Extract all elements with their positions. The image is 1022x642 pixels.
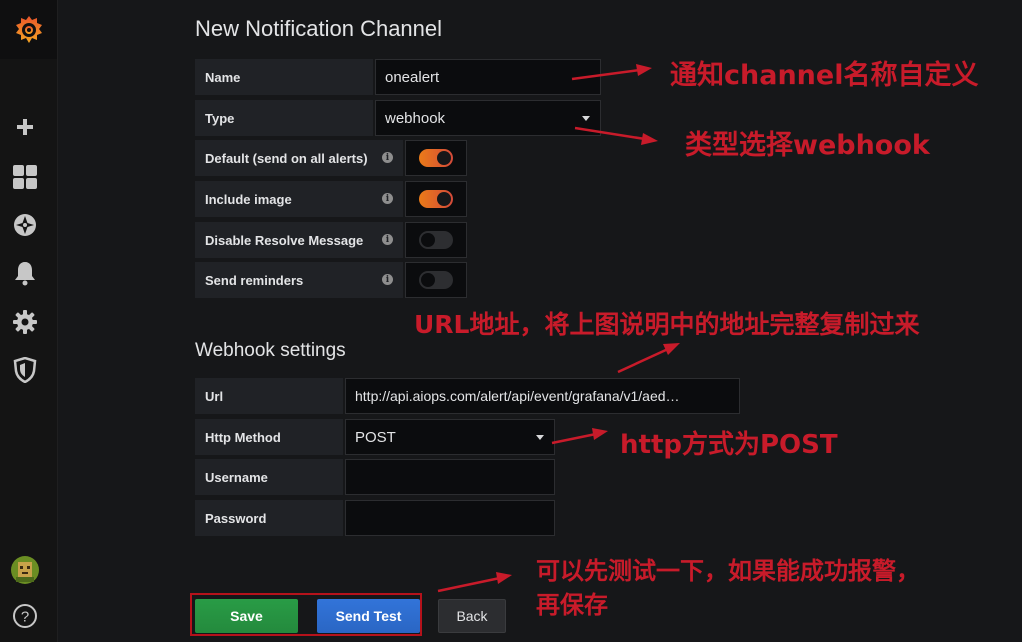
annotation-test-note-line2: 再保存 — [536, 591, 608, 619]
annotation-type-note: 类型选择webhook — [685, 130, 930, 161]
annotation-method-note: http方式为POST — [620, 430, 838, 460]
annotation-test-note-line1: 可以先测试一下，如果能成功报警， — [536, 557, 920, 585]
annotation-url-note: URL地址，将上图说明中的地址完整复制过来 — [414, 310, 920, 339]
annotation-name-note: 通知channel名称自定义 — [670, 60, 979, 91]
